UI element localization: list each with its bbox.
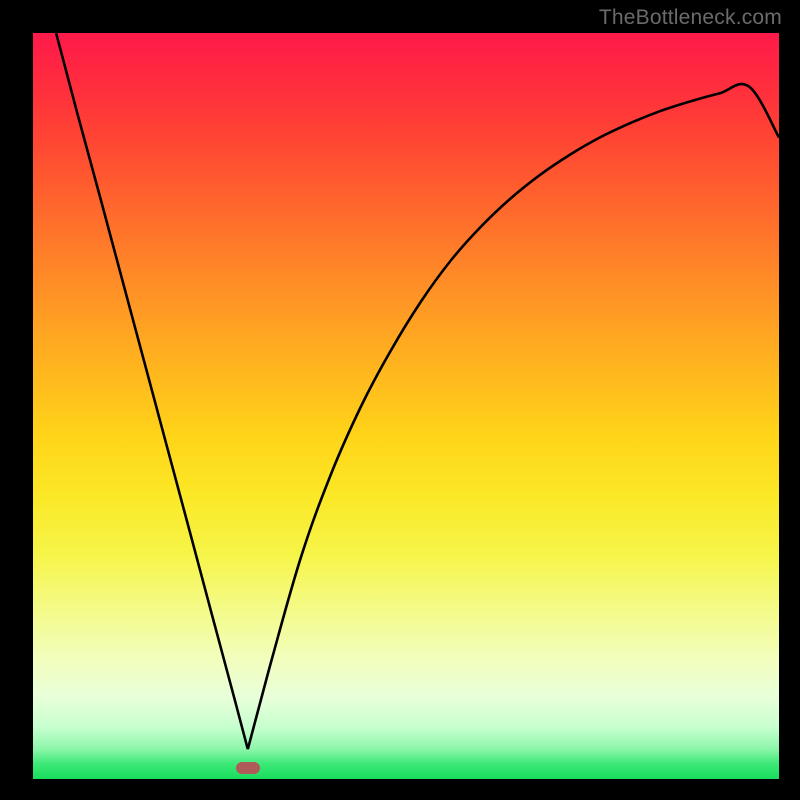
minimum-marker: [236, 762, 260, 774]
watermark-text: TheBottleneck.com: [599, 6, 782, 30]
chart-curves: [33, 33, 779, 779]
frame: TheBottleneck.com: [0, 0, 800, 800]
curve-right: [248, 84, 779, 749]
curve-left: [56, 33, 248, 749]
